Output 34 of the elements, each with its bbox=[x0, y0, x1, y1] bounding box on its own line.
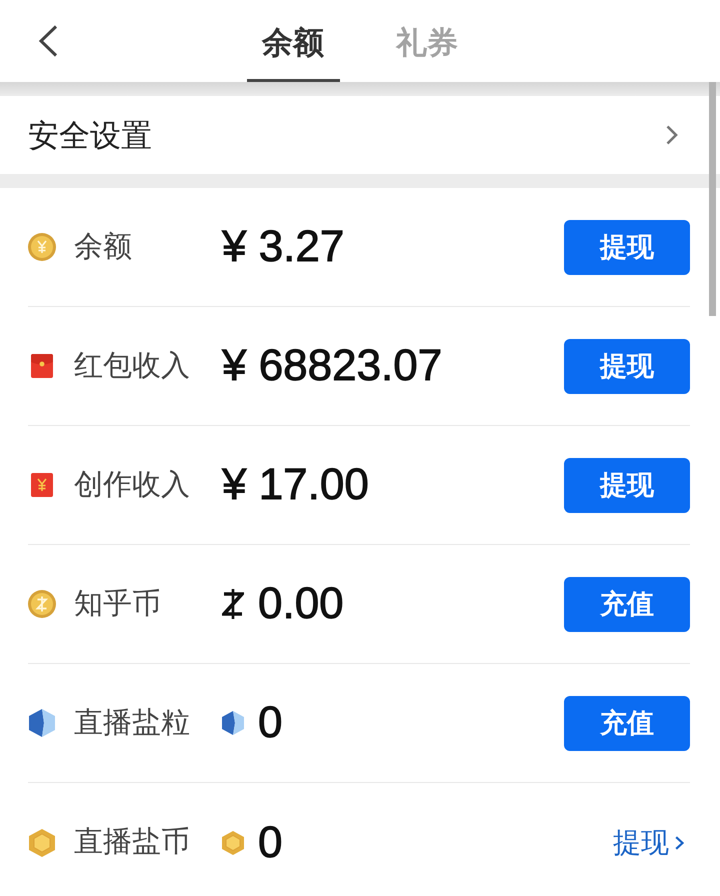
amount: 0 bbox=[258, 820, 282, 864]
hexagon-icon bbox=[29, 828, 55, 856]
amount: ¥ 17.00 bbox=[222, 463, 369, 507]
settings-label: 安全设置 bbox=[28, 120, 152, 150]
account-label: 红包收入 bbox=[74, 352, 191, 380]
action-link[interactable]: 提现 bbox=[613, 828, 684, 856]
coin-icon bbox=[28, 590, 56, 618]
chevron-icon bbox=[675, 836, 684, 850]
back-icon bbox=[38, 25, 58, 57]
envelope-icon bbox=[31, 354, 53, 378]
account-label: 直播盐币 bbox=[74, 828, 191, 857]
back-button[interactable] bbox=[36, 24, 60, 58]
amount: ¥ 3.27 bbox=[222, 225, 344, 269]
action-button[interactable]: 充值 bbox=[564, 696, 690, 750]
tab[interactable]: 礼券 bbox=[380, 0, 474, 82]
action-button[interactable]: 充值 bbox=[564, 576, 690, 632]
amount: 0.00 bbox=[258, 582, 344, 626]
chevron-icon bbox=[666, 125, 678, 145]
gem-icon bbox=[222, 711, 244, 735]
account-label: 创作收入 bbox=[74, 470, 191, 500]
action-button[interactable]: 提现 bbox=[564, 458, 690, 512]
account-label: 知乎币 bbox=[74, 590, 162, 618]
account-label: 直播盐粒 bbox=[74, 708, 191, 738]
hexagon-icon bbox=[222, 830, 244, 854]
amount: ¥ 68823.07 bbox=[222, 344, 442, 388]
action-button[interactable]: 提现 bbox=[564, 220, 690, 274]
currency-icon bbox=[222, 589, 244, 619]
gem-icon bbox=[29, 709, 55, 737]
action-button[interactable]: 提现 bbox=[564, 338, 690, 394]
account-label: 余额 bbox=[74, 232, 133, 262]
envelope-icon bbox=[31, 473, 53, 497]
scrollbar-thumb[interactable] bbox=[709, 82, 716, 316]
amount: 0 bbox=[258, 701, 282, 745]
coin-icon bbox=[28, 233, 56, 261]
